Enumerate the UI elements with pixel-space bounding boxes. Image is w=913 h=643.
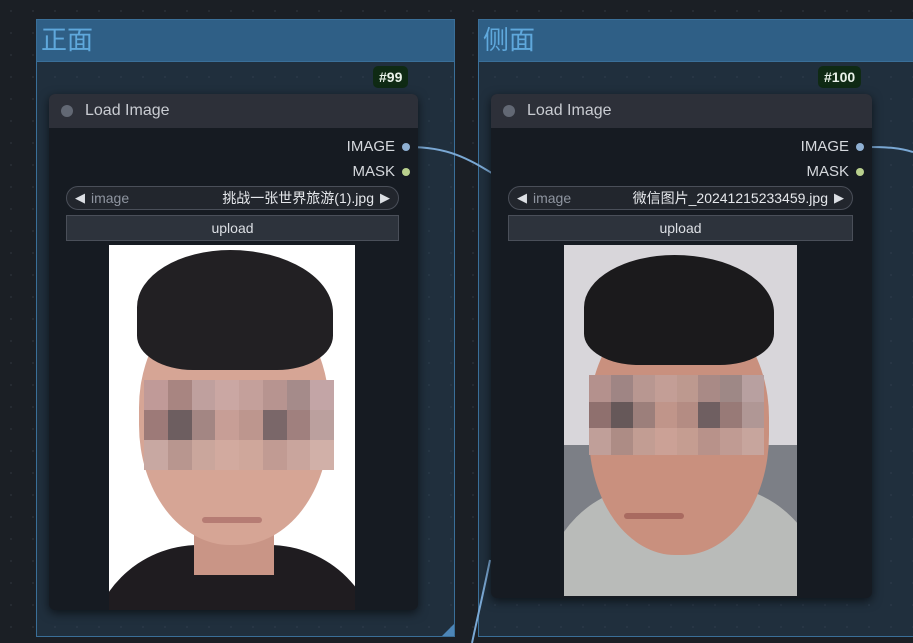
node-title-bar[interactable]: Load Image — [491, 94, 872, 128]
node-id-badge: #99 — [373, 66, 409, 88]
output-label: MASK — [352, 163, 395, 180]
upload-button[interactable]: upload — [66, 215, 399, 241]
portrait-hair — [137, 250, 333, 370]
output-label: MASK — [806, 163, 849, 180]
image-preview — [564, 245, 797, 596]
prev-arrow-icon[interactable]: ◀ — [75, 187, 85, 209]
output-mask[interactable]: MASK — [352, 162, 410, 182]
output-image[interactable]: IMAGE — [801, 137, 864, 157]
load-image-node[interactable]: Load Image IMAGE MASK ◀ image 挑战一张世界旅游(1… — [49, 94, 418, 610]
group-resize-handle[interactable] — [442, 624, 454, 636]
mask-socket-icon[interactable] — [402, 168, 410, 176]
node-id-badge: #100 — [818, 66, 862, 88]
output-image[interactable]: IMAGE — [347, 137, 410, 157]
node-title-bar[interactable]: Load Image — [49, 94, 418, 128]
image-select-widget[interactable]: ◀ image 微信图片_20241215233459.jpg ▶ — [508, 186, 853, 210]
output-mask[interactable]: MASK — [806, 162, 864, 182]
widget-label: image — [533, 190, 572, 206]
image-socket-icon[interactable] — [402, 143, 410, 151]
widget-label: image — [91, 190, 130, 206]
upload-button[interactable]: upload — [508, 215, 853, 241]
output-label: IMAGE — [346, 138, 395, 155]
image-preview — [109, 245, 355, 610]
collapse-dot-icon[interactable] — [61, 105, 73, 117]
portrait-hair — [584, 255, 774, 365]
output-label: IMAGE — [800, 138, 849, 155]
load-image-node[interactable]: Load Image IMAGE MASK ◀ image 微信图片_20241… — [491, 94, 872, 598]
collapse-dot-icon[interactable] — [503, 105, 515, 117]
prev-arrow-icon[interactable]: ◀ — [517, 187, 527, 209]
image-socket-icon[interactable] — [856, 143, 864, 151]
group-title[interactable]: 侧面 — [479, 20, 913, 62]
mask-socket-icon[interactable] — [856, 168, 864, 176]
image-select-widget[interactable]: ◀ image 挑战一张世界旅游(1).jpg ▶ — [66, 186, 399, 210]
pixelated-eyes — [589, 375, 764, 455]
portrait-mouth — [624, 513, 684, 519]
widget-value: 微信图片_20241215233459.jpg — [632, 190, 828, 206]
pixelated-eyes — [144, 380, 334, 470]
group-title[interactable]: 正面 — [37, 20, 454, 62]
node-title: Load Image — [85, 102, 170, 119]
next-arrow-icon[interactable]: ▶ — [380, 187, 390, 209]
next-arrow-icon[interactable]: ▶ — [834, 187, 844, 209]
node-title: Load Image — [527, 102, 612, 119]
widget-value: 挑战一张世界旅游(1).jpg — [222, 190, 374, 206]
portrait-mouth — [202, 517, 262, 523]
